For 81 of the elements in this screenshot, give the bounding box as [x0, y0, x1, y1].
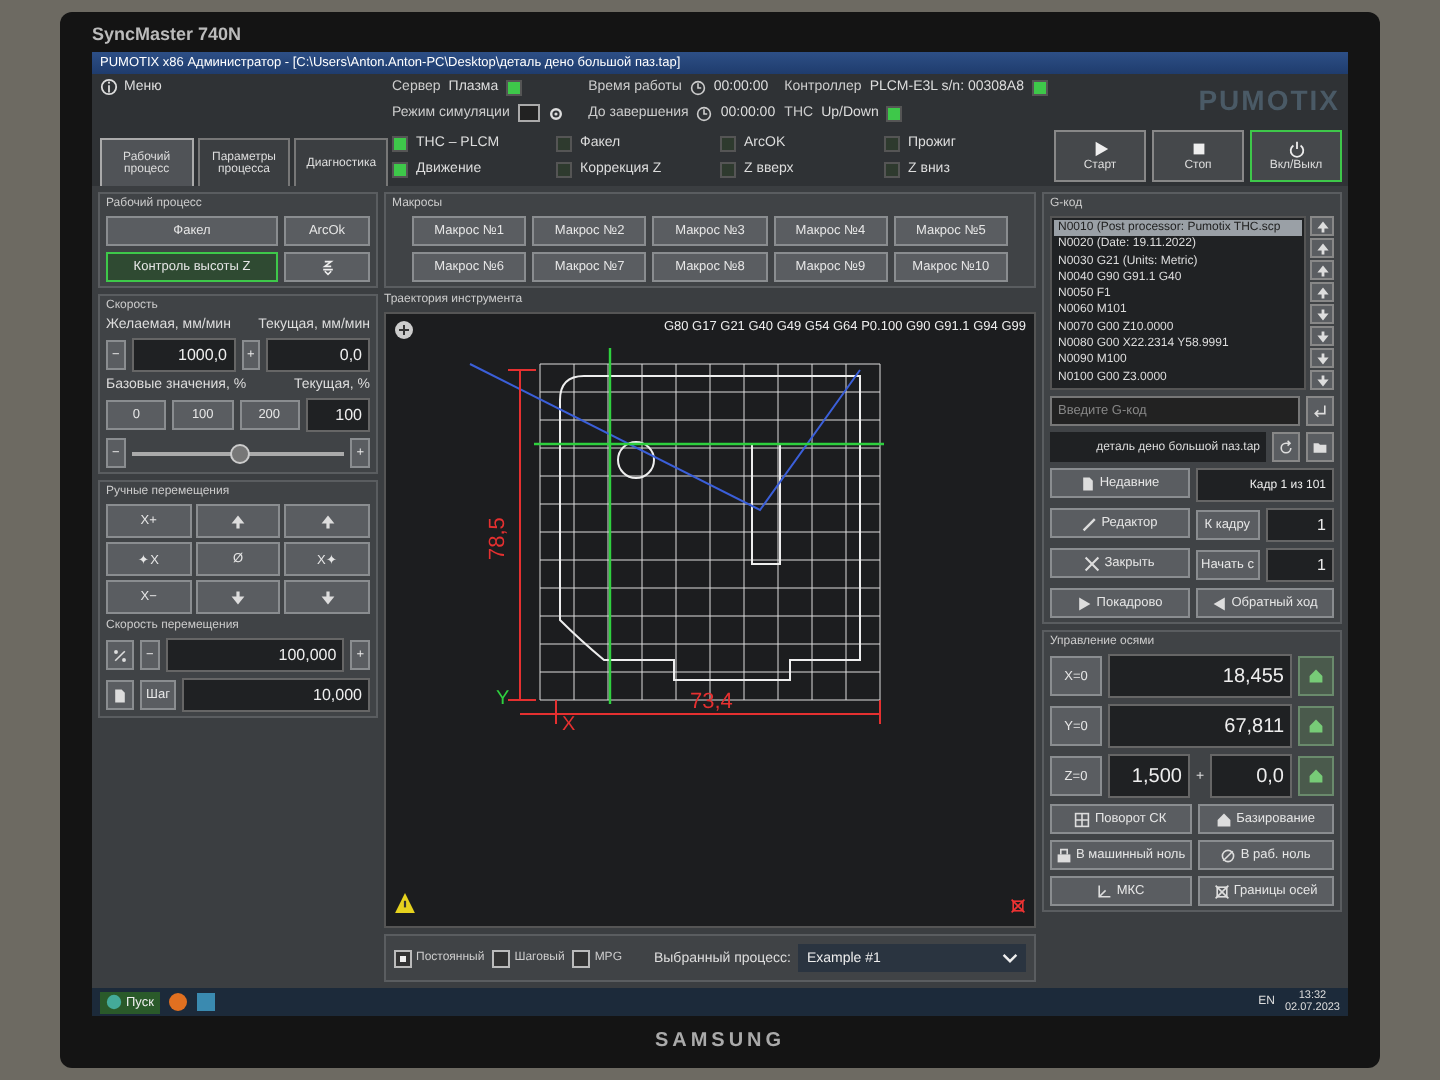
target-icon: [1213, 883, 1230, 899]
file-button[interactable]: [106, 680, 134, 710]
move-speed-field[interactable]: 100,000: [165, 638, 345, 672]
app-icon: [195, 992, 216, 1012]
z-arrows-icon: [319, 259, 335, 275]
scroll-button[interactable]: [1310, 304, 1334, 324]
down-arrow-icon: [229, 589, 246, 605]
windows-icon: [106, 994, 122, 1010]
refresh-icon: [1278, 439, 1294, 455]
simulation-checkbox[interactable]: [517, 104, 540, 122]
axis-position-field: 67,811: [1108, 704, 1292, 748]
zero-icon: [1220, 847, 1237, 863]
jog-button[interactable]: [195, 504, 281, 538]
percent-button[interactable]: [106, 640, 134, 670]
monitor-model-label: SyncMaster 740N: [92, 22, 244, 48]
frame-field[interactable]: 1: [1265, 508, 1334, 542]
play-icon: [1091, 140, 1109, 158]
percent-icon: [112, 647, 128, 663]
jog-button[interactable]: [195, 580, 281, 614]
axis-position-field: 1,500: [1108, 754, 1190, 798]
jog-button[interactable]: [284, 504, 370, 538]
height-dimension-label: 78,5: [486, 517, 510, 560]
power-icon: [1287, 140, 1305, 158]
y-axis-label: Y: [496, 688, 510, 710]
scroll-button[interactable]: [1310, 260, 1334, 280]
scroll-button[interactable]: [1310, 370, 1334, 390]
info-icon: [100, 78, 118, 96]
stop-icon: [1189, 140, 1207, 158]
scroll-button[interactable]: [1310, 326, 1334, 346]
clock-icon: [689, 79, 706, 95]
reverse-icon: [1211, 595, 1228, 611]
scroll-button[interactable]: [1310, 216, 1334, 236]
hole-outline: [617, 441, 655, 479]
axes-icon: [1096, 883, 1113, 899]
home-axis-button[interactable]: [1298, 656, 1334, 696]
machine-icon: [1056, 847, 1072, 863]
scroll-button[interactable]: [1310, 348, 1334, 368]
document-icon: [1079, 475, 1096, 491]
up-arrow-icon: [229, 513, 246, 529]
gear-icon: [547, 105, 564, 121]
slot-outline: [751, 443, 781, 565]
home-axis-button[interactable]: [1298, 706, 1334, 746]
folder-icon: [1312, 439, 1328, 455]
axis-position-field: 18,455: [1108, 654, 1292, 698]
scroll-button[interactable]: [1310, 282, 1334, 302]
document-icon: [112, 687, 128, 703]
clock-icon: [696, 105, 713, 121]
warning-icon: [394, 892, 416, 914]
target-icon: [1010, 898, 1026, 914]
z-probe-button[interactable]: [284, 252, 370, 282]
house-icon: [1308, 768, 1324, 784]
home-axis-button[interactable]: [1298, 756, 1334, 796]
desired-speed-field[interactable]: 1000,0: [131, 338, 235, 372]
step-field[interactable]: 10,000: [181, 678, 370, 712]
browser-icon: [167, 992, 188, 1012]
down-arrow-icon: [319, 589, 336, 605]
start-frame-field[interactable]: 1: [1265, 548, 1334, 582]
speed-percent-field: 100: [305, 398, 370, 432]
monitor-brand-label: SAMSUNG: [652, 1028, 788, 1056]
jog-button[interactable]: [284, 580, 370, 614]
zoom-in-button[interactable]: [394, 320, 414, 344]
plus-icon: [394, 320, 414, 340]
house-icon: [1308, 718, 1324, 734]
play-icon: [1076, 595, 1093, 611]
open-folder-button[interactable]: [1306, 432, 1334, 462]
up-arrow-icon: [319, 513, 336, 529]
axes-icon: [1074, 811, 1091, 827]
chevron-down-icon: [1002, 950, 1018, 966]
enter-button[interactable]: [1306, 396, 1334, 426]
slider-thumb[interactable]: [230, 443, 250, 463]
width-dimension-label: 73,4: [690, 690, 733, 714]
x-axis-label: X: [562, 714, 576, 730]
reload-button[interactable]: [1272, 432, 1300, 462]
enter-icon: [1312, 403, 1328, 419]
pencil-icon: [1081, 515, 1098, 531]
house-icon: [1216, 811, 1233, 827]
current-speed-field: 0,0: [266, 338, 370, 372]
close-icon: [1084, 555, 1101, 571]
scroll-button[interactable]: [1310, 238, 1334, 258]
house-icon: [1308, 668, 1324, 684]
axis-offset-field: 0,0: [1210, 754, 1292, 798]
